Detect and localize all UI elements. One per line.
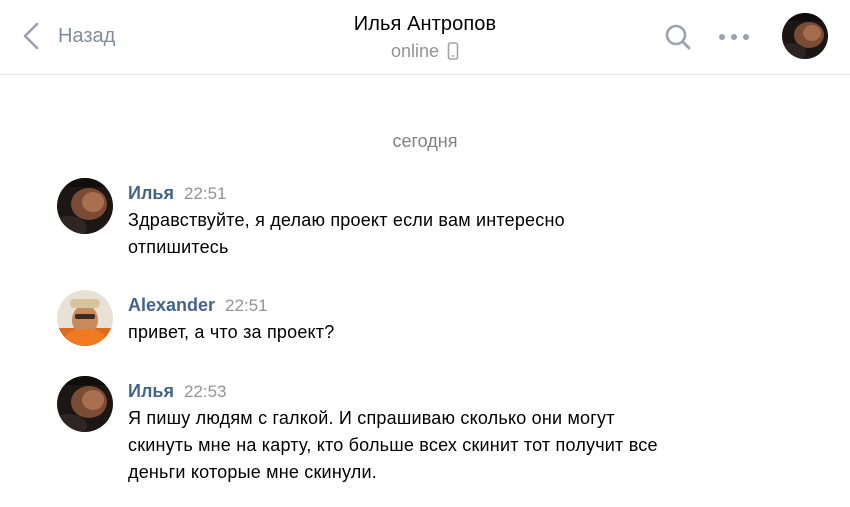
avatar-photo-ilya-header [782,13,828,59]
avatar[interactable] [57,290,113,346]
message-text: Здравствуйте, я делаю проект если вам ин… [128,207,728,261]
more-horizontal-icon[interactable] [716,27,752,47]
back-label: Назад [58,24,116,47]
message-author[interactable]: Илья [128,381,174,401]
avatar-photo-alexander [57,290,113,346]
avatar[interactable] [57,376,113,432]
chat-title: Илья Антропов [353,13,497,35]
message-text-line: привет, а что за проект? [128,322,335,342]
message-item: Илья 22:51 Здравствуйте, я делаю проект е… [57,178,817,263]
message-text: привет, а что за проект? [128,319,728,346]
message-time: 22:51 [183,184,227,203]
chat-header: Назад Илья Антропов online [0,0,850,75]
message-item: Alexander 22:51 привет, а что за проект? [57,290,817,350]
avatar-photo-ilya [57,376,113,432]
message-text-line: деньги которые мне скинули. [128,462,377,482]
header-avatar[interactable] [782,13,828,59]
message-text: Я пишу людям с галкой. И спрашиваю сколь… [128,405,728,486]
message-text-line: Здравствуйте, я делаю проект если вам ин… [128,210,565,230]
message-author[interactable]: Илья [128,183,174,203]
message-meta: Илья 22:53 [128,379,227,404]
avatar-photo-ilya [57,178,113,234]
online-status: online [275,38,575,64]
message-meta: Alexander 22:51 [128,293,268,318]
online-status-text: online [390,41,440,61]
message-text-line: отпишитесь [128,237,229,257]
message-text-line: Я пишу людям с галкой. И спрашиваю сколь… [128,408,615,428]
message-item: Илья 22:53 Я пишу людям с галкой. И спраш… [57,376,817,491]
message-time: 22:51 [225,296,268,315]
mobile-phone-icon [447,42,459,60]
date-separator: сегодня [392,131,458,151]
message-meta: Илья 22:51 [128,181,227,206]
search-icon[interactable] [664,23,692,51]
chevron-left-icon [23,22,39,50]
message-author[interactable]: Alexander [128,295,215,315]
back-button[interactable]: Назад [22,20,115,52]
message-text-line: скинуть мне на карту, кто больше всех ск… [128,435,658,455]
message-time: 22:53 [183,382,227,401]
avatar[interactable] [57,178,113,234]
chat-title-block[interactable]: Илья Антропов online [275,10,575,64]
